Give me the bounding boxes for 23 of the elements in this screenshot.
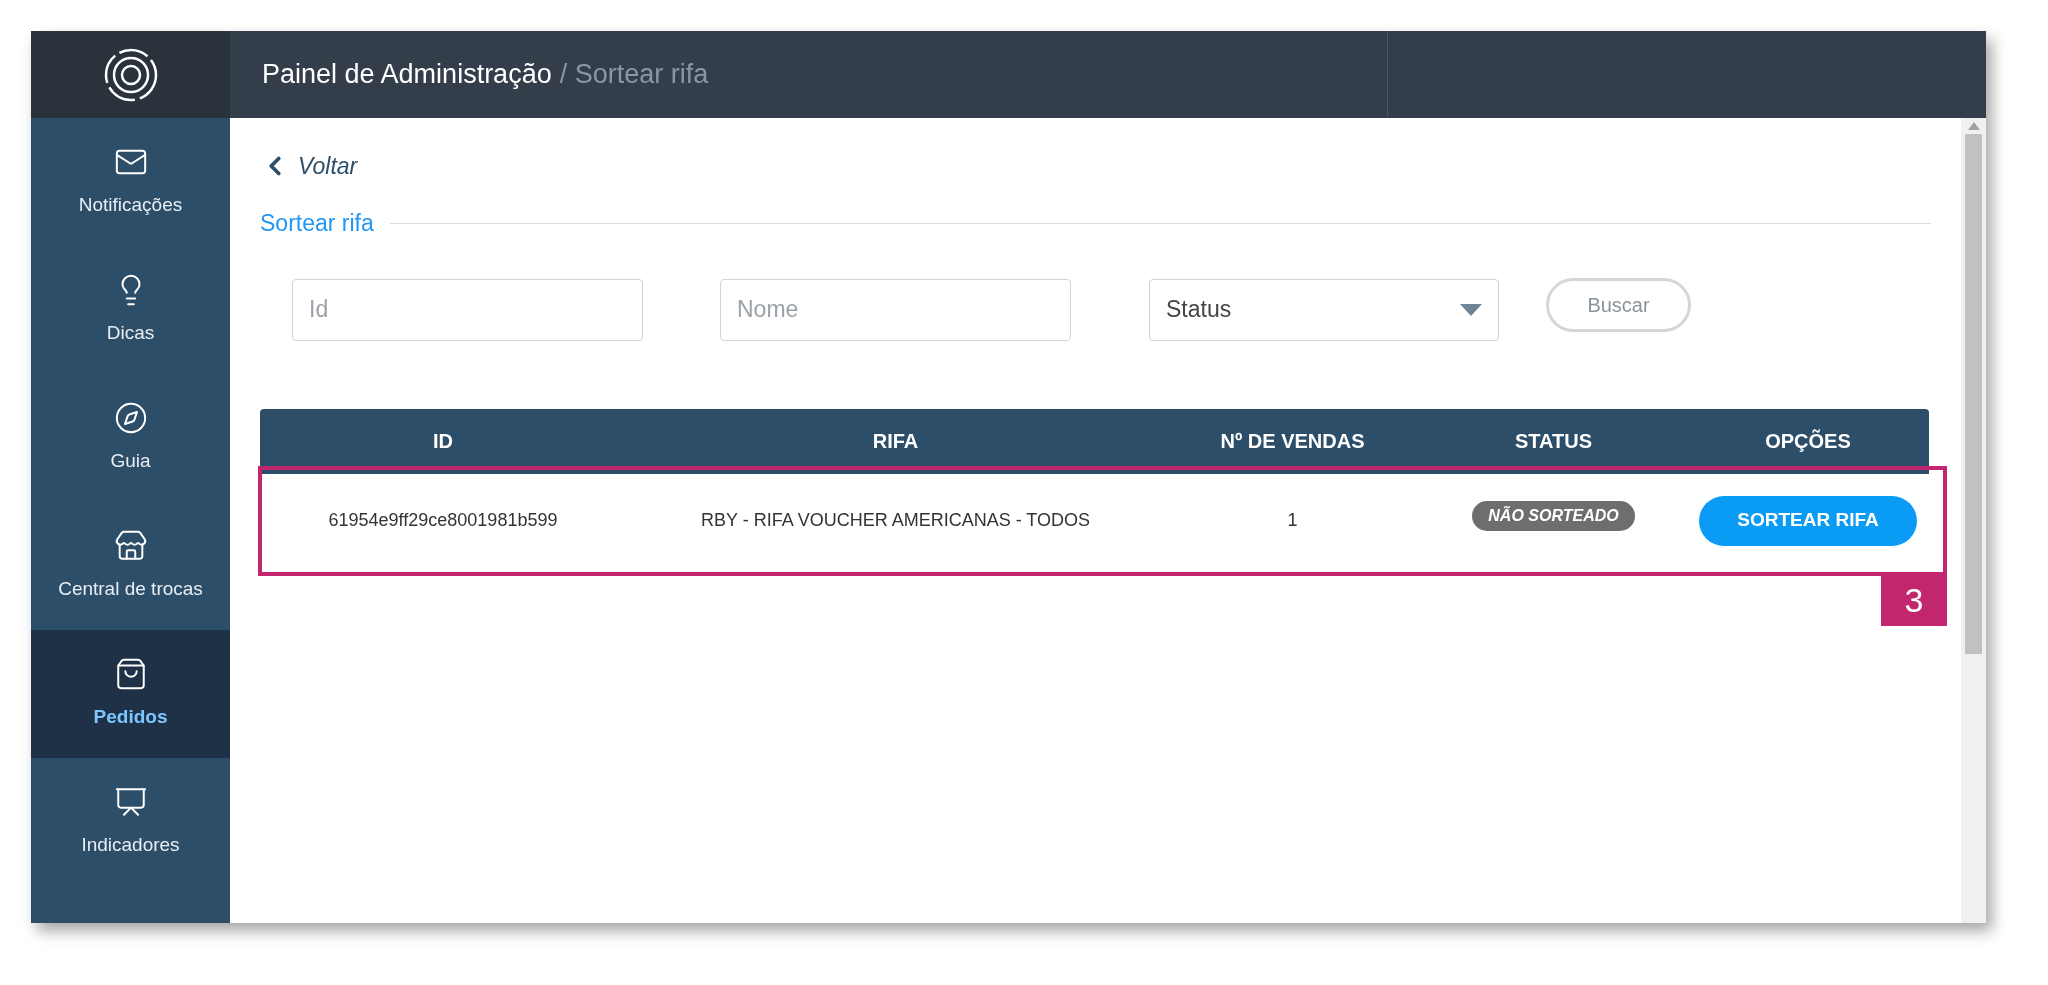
table-cell-text: 61954e9ff29ce8001981b599 bbox=[328, 509, 558, 532]
sidebar-item[interactable]: Pedidos bbox=[31, 630, 230, 758]
column-header: Nº DE VENDAS bbox=[1220, 429, 1365, 454]
column-header: RIFA bbox=[872, 429, 919, 454]
column-header: STATUS bbox=[1515, 429, 1592, 454]
page-title: Painel de Administração bbox=[262, 58, 552, 92]
column-header: OPÇÕES bbox=[1765, 428, 1851, 454]
status-badge: NÃO SORTEADO bbox=[1472, 500, 1635, 531]
breadcrumb: / Sortear rifa bbox=[559, 58, 709, 92]
sidebar-item[interactable]: Dicas bbox=[31, 246, 230, 374]
sidebar-item[interactable]: Guia bbox=[31, 374, 230, 502]
sidebar-item[interactable]: Central de trocas bbox=[31, 502, 230, 630]
status-dropdown[interactable]: Status bbox=[1149, 278, 1499, 341]
callout-number: 3 bbox=[1881, 575, 1947, 626]
name-field[interactable]: Nome bbox=[720, 278, 1071, 341]
sidebar-item[interactable]: Notificações bbox=[31, 118, 230, 246]
back-link[interactable]: Voltar bbox=[298, 148, 358, 184]
sidebar-item[interactable]: Indicadores bbox=[31, 758, 230, 886]
column-header: ID bbox=[433, 429, 453, 454]
table-cell-text: 1 bbox=[1287, 509, 1298, 532]
section-title: Sortear rifa bbox=[260, 209, 374, 238]
table-cell-text: RBY - RIFA VOUCHER AMERICANAS - TODOS bbox=[700, 509, 1091, 532]
id-field[interactable]: Id bbox=[292, 278, 643, 341]
